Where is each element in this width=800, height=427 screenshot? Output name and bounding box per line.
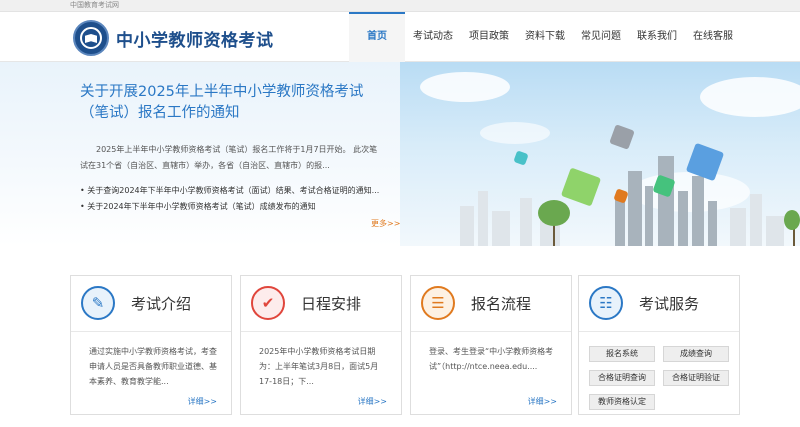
nav-online-service[interactable]: 在线客服 <box>685 12 741 62</box>
banner-illustration <box>400 62 800 246</box>
nav-faq[interactable]: 常见问题 <box>573 12 629 62</box>
details-link[interactable]: 详细>> <box>528 396 557 407</box>
card-title[interactable]: 考试介绍 <box>131 293 191 314</box>
card-header: ✎ 考试介绍 <box>71 276 231 332</box>
site-title[interactable]: 中小学教师资格考试 <box>116 26 274 51</box>
site-logo-icon[interactable] <box>73 20 109 56</box>
form-icon: ☰ <box>421 286 455 320</box>
card-exam-intro: ✎ 考试介绍 通过实施中小学教师资格考试，考查申请人员是否具备教师职业道德、基本… <box>70 275 232 415</box>
details-link[interactable]: 详细>> <box>358 396 387 407</box>
headline-summary: 2025年上半年中小学教师资格考试（笔试）报名工作将于1月7日开始。 此次笔试在… <box>80 145 378 170</box>
card-header: ☰ 报名流程 <box>411 276 571 332</box>
nav-exam-news[interactable]: 考试动态 <box>405 12 461 62</box>
main-nav: 首页 考试动态 项目政策 资料下载 常见问题 联系我们 在线客服 <box>349 12 741 62</box>
card-description: 登录、考生登录“中小学教师资格考试”（http://ntce.neea.edu.… <box>429 347 554 371</box>
news-list: 关于查询2024年下半年中小学教师资格考试（面试）结果、考试合格证明的通知...… <box>80 183 400 215</box>
checkmark-icon: ✔ <box>251 286 285 320</box>
header: 中小学教师资格考试 首页 考试动态 项目政策 资料下载 常见问题 联系我们 在线… <box>0 12 800 62</box>
service-cards: ✎ 考试介绍 通过实施中小学教师资格考试，考查申请人员是否具备教师职业道德、基本… <box>70 275 740 415</box>
card-exam-services: ☷ 考试服务 报名系统 成绩查询 合格证明查询 合格证明验证 教师资格认定 <box>578 275 740 415</box>
details-link[interactable]: 详细>> <box>188 396 217 407</box>
card-header: ☷ 考试服务 <box>579 276 739 332</box>
certificate-verify-button[interactable]: 合格证明验证 <box>663 370 729 386</box>
card-description: 通过实施中小学教师资格考试，考查申请人员是否具备教师职业道德、基本素养、教育教学… <box>89 347 217 386</box>
card-description: 2025年中小学教师资格考试日期为：上半年笔试3月8日，面试5月17-18日；下… <box>259 347 379 386</box>
pencil-document-icon: ✎ <box>81 286 115 320</box>
banner: 关于开展2025年上半年中小学教师资格考试（笔试）报名工作的通知 2025年上半… <box>0 62 800 246</box>
card-title[interactable]: 报名流程 <box>471 293 531 314</box>
card-registration-process: ☰ 报名流程 登录、考生登录“中小学教师资格考试”（http://ntce.ne… <box>410 275 572 415</box>
news-item[interactable]: 关于查询2024年下半年中小学教师资格考试（面试）结果、考试合格证明的通知... <box>80 183 400 199</box>
card-header: ✔ 日程安排 <box>241 276 401 332</box>
certificate-query-button[interactable]: 合格证明查询 <box>589 370 655 386</box>
news-item[interactable]: 关于2024年下半年中小学教师资格考试（笔试）成绩发布的通知 <box>80 199 400 215</box>
card-schedule: ✔ 日程安排 2025年中小学教师资格考试日期为：上半年笔试3月8日，面试5月1… <box>240 275 402 415</box>
nav-downloads[interactable]: 资料下载 <box>517 12 573 62</box>
nav-policy[interactable]: 项目政策 <box>461 12 517 62</box>
registration-system-button[interactable]: 报名系统 <box>589 346 655 362</box>
more-link[interactable]: 更多>> <box>371 218 400 229</box>
nav-contact[interactable]: 联系我们 <box>629 12 685 62</box>
top-strip-text: 中国教育考试网 <box>70 1 119 9</box>
headline-link[interactable]: 关于开展2025年上半年中小学教师资格考试（笔试）报名工作的通知 <box>80 82 390 124</box>
teacher-certification-button[interactable]: 教师资格认定 <box>589 394 655 410</box>
nav-home[interactable]: 首页 <box>349 12 405 62</box>
id-card-icon: ☷ <box>589 286 623 320</box>
card-title[interactable]: 考试服务 <box>639 293 699 314</box>
score-query-button[interactable]: 成绩查询 <box>663 346 729 362</box>
top-strip: 中国教育考试网 <box>0 0 800 12</box>
card-title[interactable]: 日程安排 <box>301 293 361 314</box>
